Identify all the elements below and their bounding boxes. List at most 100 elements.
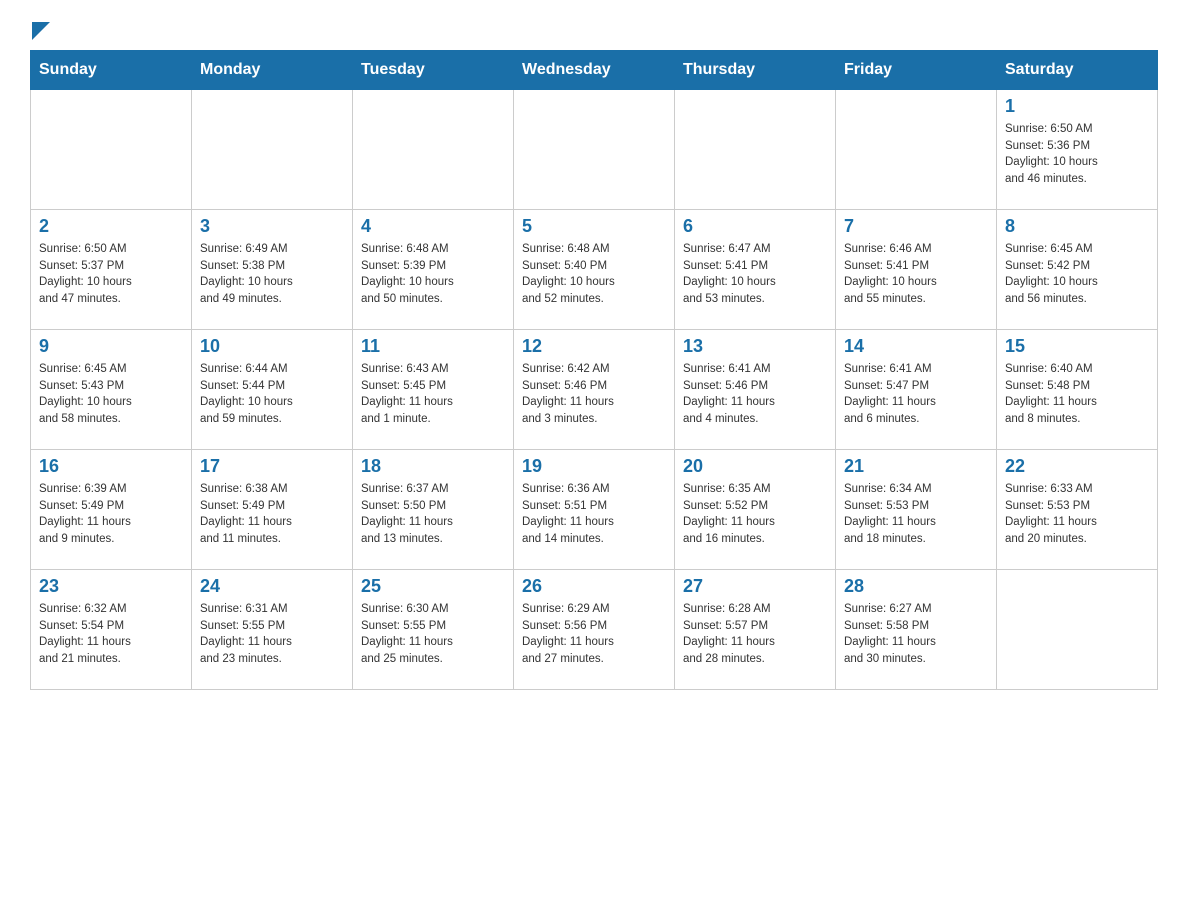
day-number: 10: [200, 336, 344, 357]
day-info: Sunrise: 6:41 AMSunset: 5:46 PMDaylight:…: [683, 361, 827, 428]
day-number: 14: [844, 336, 988, 357]
calendar-header-row: Sunday Monday Tuesday Wednesday Thursday…: [31, 51, 1158, 90]
table-row: 16 Sunrise: 6:39 AMSunset: 5:49 PMDayligh…: [31, 450, 192, 570]
table-row: [514, 90, 675, 210]
table-row: 2 Sunrise: 6:50 AMSunset: 5:37 PMDaylight…: [31, 210, 192, 330]
table-row: 21 Sunrise: 6:34 AMSunset: 5:53 PMDayligh…: [836, 450, 997, 570]
day-number: 23: [39, 576, 183, 597]
table-row: [31, 90, 192, 210]
day-info: Sunrise: 6:31 AMSunset: 5:55 PMDaylight:…: [200, 601, 344, 668]
table-row: 10 Sunrise: 6:44 AMSunset: 5:44 PMDayligh…: [192, 330, 353, 450]
table-row: [353, 90, 514, 210]
table-row: 23 Sunrise: 6:32 AMSunset: 5:54 PMDayligh…: [31, 570, 192, 690]
table-row: [192, 90, 353, 210]
header-monday: Monday: [192, 51, 353, 90]
logo-arrow-icon: [32, 22, 50, 40]
table-row: 8 Sunrise: 6:45 AMSunset: 5:42 PMDaylight…: [997, 210, 1158, 330]
calendar-week-row: 2 Sunrise: 6:50 AMSunset: 5:37 PMDaylight…: [31, 210, 1158, 330]
table-row: 28 Sunrise: 6:27 AMSunset: 5:58 PMDayligh…: [836, 570, 997, 690]
table-row: 11 Sunrise: 6:43 AMSunset: 5:45 PMDayligh…: [353, 330, 514, 450]
day-number: 18: [361, 456, 505, 477]
day-info: Sunrise: 6:37 AMSunset: 5:50 PMDaylight:…: [361, 481, 505, 548]
day-info: Sunrise: 6:39 AMSunset: 5:49 PMDaylight:…: [39, 481, 183, 548]
day-number: 15: [1005, 336, 1149, 357]
day-number: 4: [361, 216, 505, 237]
day-number: 3: [200, 216, 344, 237]
day-info: Sunrise: 6:42 AMSunset: 5:46 PMDaylight:…: [522, 361, 666, 428]
calendar-week-row: 23 Sunrise: 6:32 AMSunset: 5:54 PMDayligh…: [31, 570, 1158, 690]
day-number: 16: [39, 456, 183, 477]
table-row: 7 Sunrise: 6:46 AMSunset: 5:41 PMDaylight…: [836, 210, 997, 330]
day-number: 9: [39, 336, 183, 357]
table-row: 19Sunrise: 6:36 AMSunset: 5:51 PMDayligh…: [514, 450, 675, 570]
day-info: Sunrise: 6:47 AMSunset: 5:41 PMDaylight:…: [683, 241, 827, 308]
header-tuesday: Tuesday: [353, 51, 514, 90]
day-info: Sunrise: 6:48 AMSunset: 5:40 PMDaylight:…: [522, 241, 666, 308]
day-info: Sunrise: 6:49 AMSunset: 5:38 PMDaylight:…: [200, 241, 344, 308]
day-info: Sunrise: 6:45 AMSunset: 5:42 PMDaylight:…: [1005, 241, 1149, 308]
day-number: 13: [683, 336, 827, 357]
table-row: 24 Sunrise: 6:31 AMSunset: 5:55 PMDayligh…: [192, 570, 353, 690]
table-row: [836, 90, 997, 210]
day-number: 27: [683, 576, 827, 597]
table-row: 18 Sunrise: 6:37 AMSunset: 5:50 PMDayligh…: [353, 450, 514, 570]
table-row: 14 Sunrise: 6:41 AMSunset: 5:47 PMDayligh…: [836, 330, 997, 450]
table-row: 15 Sunrise: 6:40 AMSunset: 5:48 PMDayligh…: [997, 330, 1158, 450]
header-friday: Friday: [836, 51, 997, 90]
day-number: 11: [361, 336, 505, 357]
table-row: 9 Sunrise: 6:45 AMSunset: 5:43 PMDaylight…: [31, 330, 192, 450]
header-sunday: Sunday: [31, 51, 192, 90]
day-number: 21: [844, 456, 988, 477]
day-number: 1: [1005, 96, 1149, 117]
day-info: Sunrise: 6:50 AMSunset: 5:36 PMDaylight:…: [1005, 121, 1149, 188]
day-info: Sunrise: 6:41 AMSunset: 5:47 PMDaylight:…: [844, 361, 988, 428]
day-info: Sunrise: 6:38 AMSunset: 5:49 PMDaylight:…: [200, 481, 344, 548]
table-row: [997, 570, 1158, 690]
day-info: Sunrise: 6:27 AMSunset: 5:58 PMDaylight:…: [844, 601, 988, 668]
day-info: Sunrise: 6:48 AMSunset: 5:39 PMDaylight:…: [361, 241, 505, 308]
day-info: Sunrise: 6:44 AMSunset: 5:44 PMDaylight:…: [200, 361, 344, 428]
calendar-table: Sunday Monday Tuesday Wednesday Thursday…: [30, 50, 1158, 690]
day-number: 6: [683, 216, 827, 237]
day-info: Sunrise: 6:43 AMSunset: 5:45 PMDaylight:…: [361, 361, 505, 428]
table-row: 6 Sunrise: 6:47 AMSunset: 5:41 PMDaylight…: [675, 210, 836, 330]
table-row: 4 Sunrise: 6:48 AMSunset: 5:39 PMDaylight…: [353, 210, 514, 330]
day-number: 28: [844, 576, 988, 597]
day-info: Sunrise: 6:29 AMSunset: 5:56 PMDaylight:…: [522, 601, 666, 668]
table-row: 13 Sunrise: 6:41 AMSunset: 5:46 PMDayligh…: [675, 330, 836, 450]
day-number: 25: [361, 576, 505, 597]
table-row: 26 Sunrise: 6:29 AMSunset: 5:56 PMDayligh…: [514, 570, 675, 690]
day-number: 17: [200, 456, 344, 477]
day-number: 2: [39, 216, 183, 237]
day-info: Sunrise: 6:35 AMSunset: 5:52 PMDaylight:…: [683, 481, 827, 548]
day-number: 22: [1005, 456, 1149, 477]
day-number: 24: [200, 576, 344, 597]
day-number: 7: [844, 216, 988, 237]
header-saturday: Saturday: [997, 51, 1158, 90]
table-row: 22 Sunrise: 6:33 AMSunset: 5:53 PMDayligh…: [997, 450, 1158, 570]
calendar-week-row: 1 Sunrise: 6:50 AMSunset: 5:36 PMDaylight…: [31, 90, 1158, 210]
day-number: 26: [522, 576, 666, 597]
day-info: Sunrise: 6:33 AMSunset: 5:53 PMDaylight:…: [1005, 481, 1149, 548]
table-row: 27 Sunrise: 6:28 AMSunset: 5:57 PMDayligh…: [675, 570, 836, 690]
day-info: Sunrise: 6:45 AMSunset: 5:43 PMDaylight:…: [39, 361, 183, 428]
table-row: 20Sunrise: 6:35 AMSunset: 5:52 PMDayligh…: [675, 450, 836, 570]
day-number: 8: [1005, 216, 1149, 237]
day-info: Sunrise: 6:28 AMSunset: 5:57 PMDaylight:…: [683, 601, 827, 668]
table-row: 5 Sunrise: 6:48 AMSunset: 5:40 PMDaylight…: [514, 210, 675, 330]
page-header: [30, 20, 1158, 40]
day-info: Sunrise: 6:46 AMSunset: 5:41 PMDaylight:…: [844, 241, 988, 308]
table-row: 25 Sunrise: 6:30 AMSunset: 5:55 PMDayligh…: [353, 570, 514, 690]
day-info: Sunrise: 6:50 AMSunset: 5:37 PMDaylight:…: [39, 241, 183, 308]
day-number: 12: [522, 336, 666, 357]
table-row: 1 Sunrise: 6:50 AMSunset: 5:36 PMDaylight…: [997, 90, 1158, 210]
calendar-week-row: 16 Sunrise: 6:39 AMSunset: 5:49 PMDayligh…: [31, 450, 1158, 570]
day-info: Sunrise: 6:30 AMSunset: 5:55 PMDaylight:…: [361, 601, 505, 668]
day-info: Sunrise: 6:34 AMSunset: 5:53 PMDaylight:…: [844, 481, 988, 548]
table-row: 17 Sunrise: 6:38 AMSunset: 5:49 PMDayligh…: [192, 450, 353, 570]
day-info: Sunrise: 6:40 AMSunset: 5:48 PMDaylight:…: [1005, 361, 1149, 428]
day-number: 5: [522, 216, 666, 237]
table-row: [675, 90, 836, 210]
day-number: 19: [522, 456, 666, 477]
day-info: Sunrise: 6:32 AMSunset: 5:54 PMDaylight:…: [39, 601, 183, 668]
